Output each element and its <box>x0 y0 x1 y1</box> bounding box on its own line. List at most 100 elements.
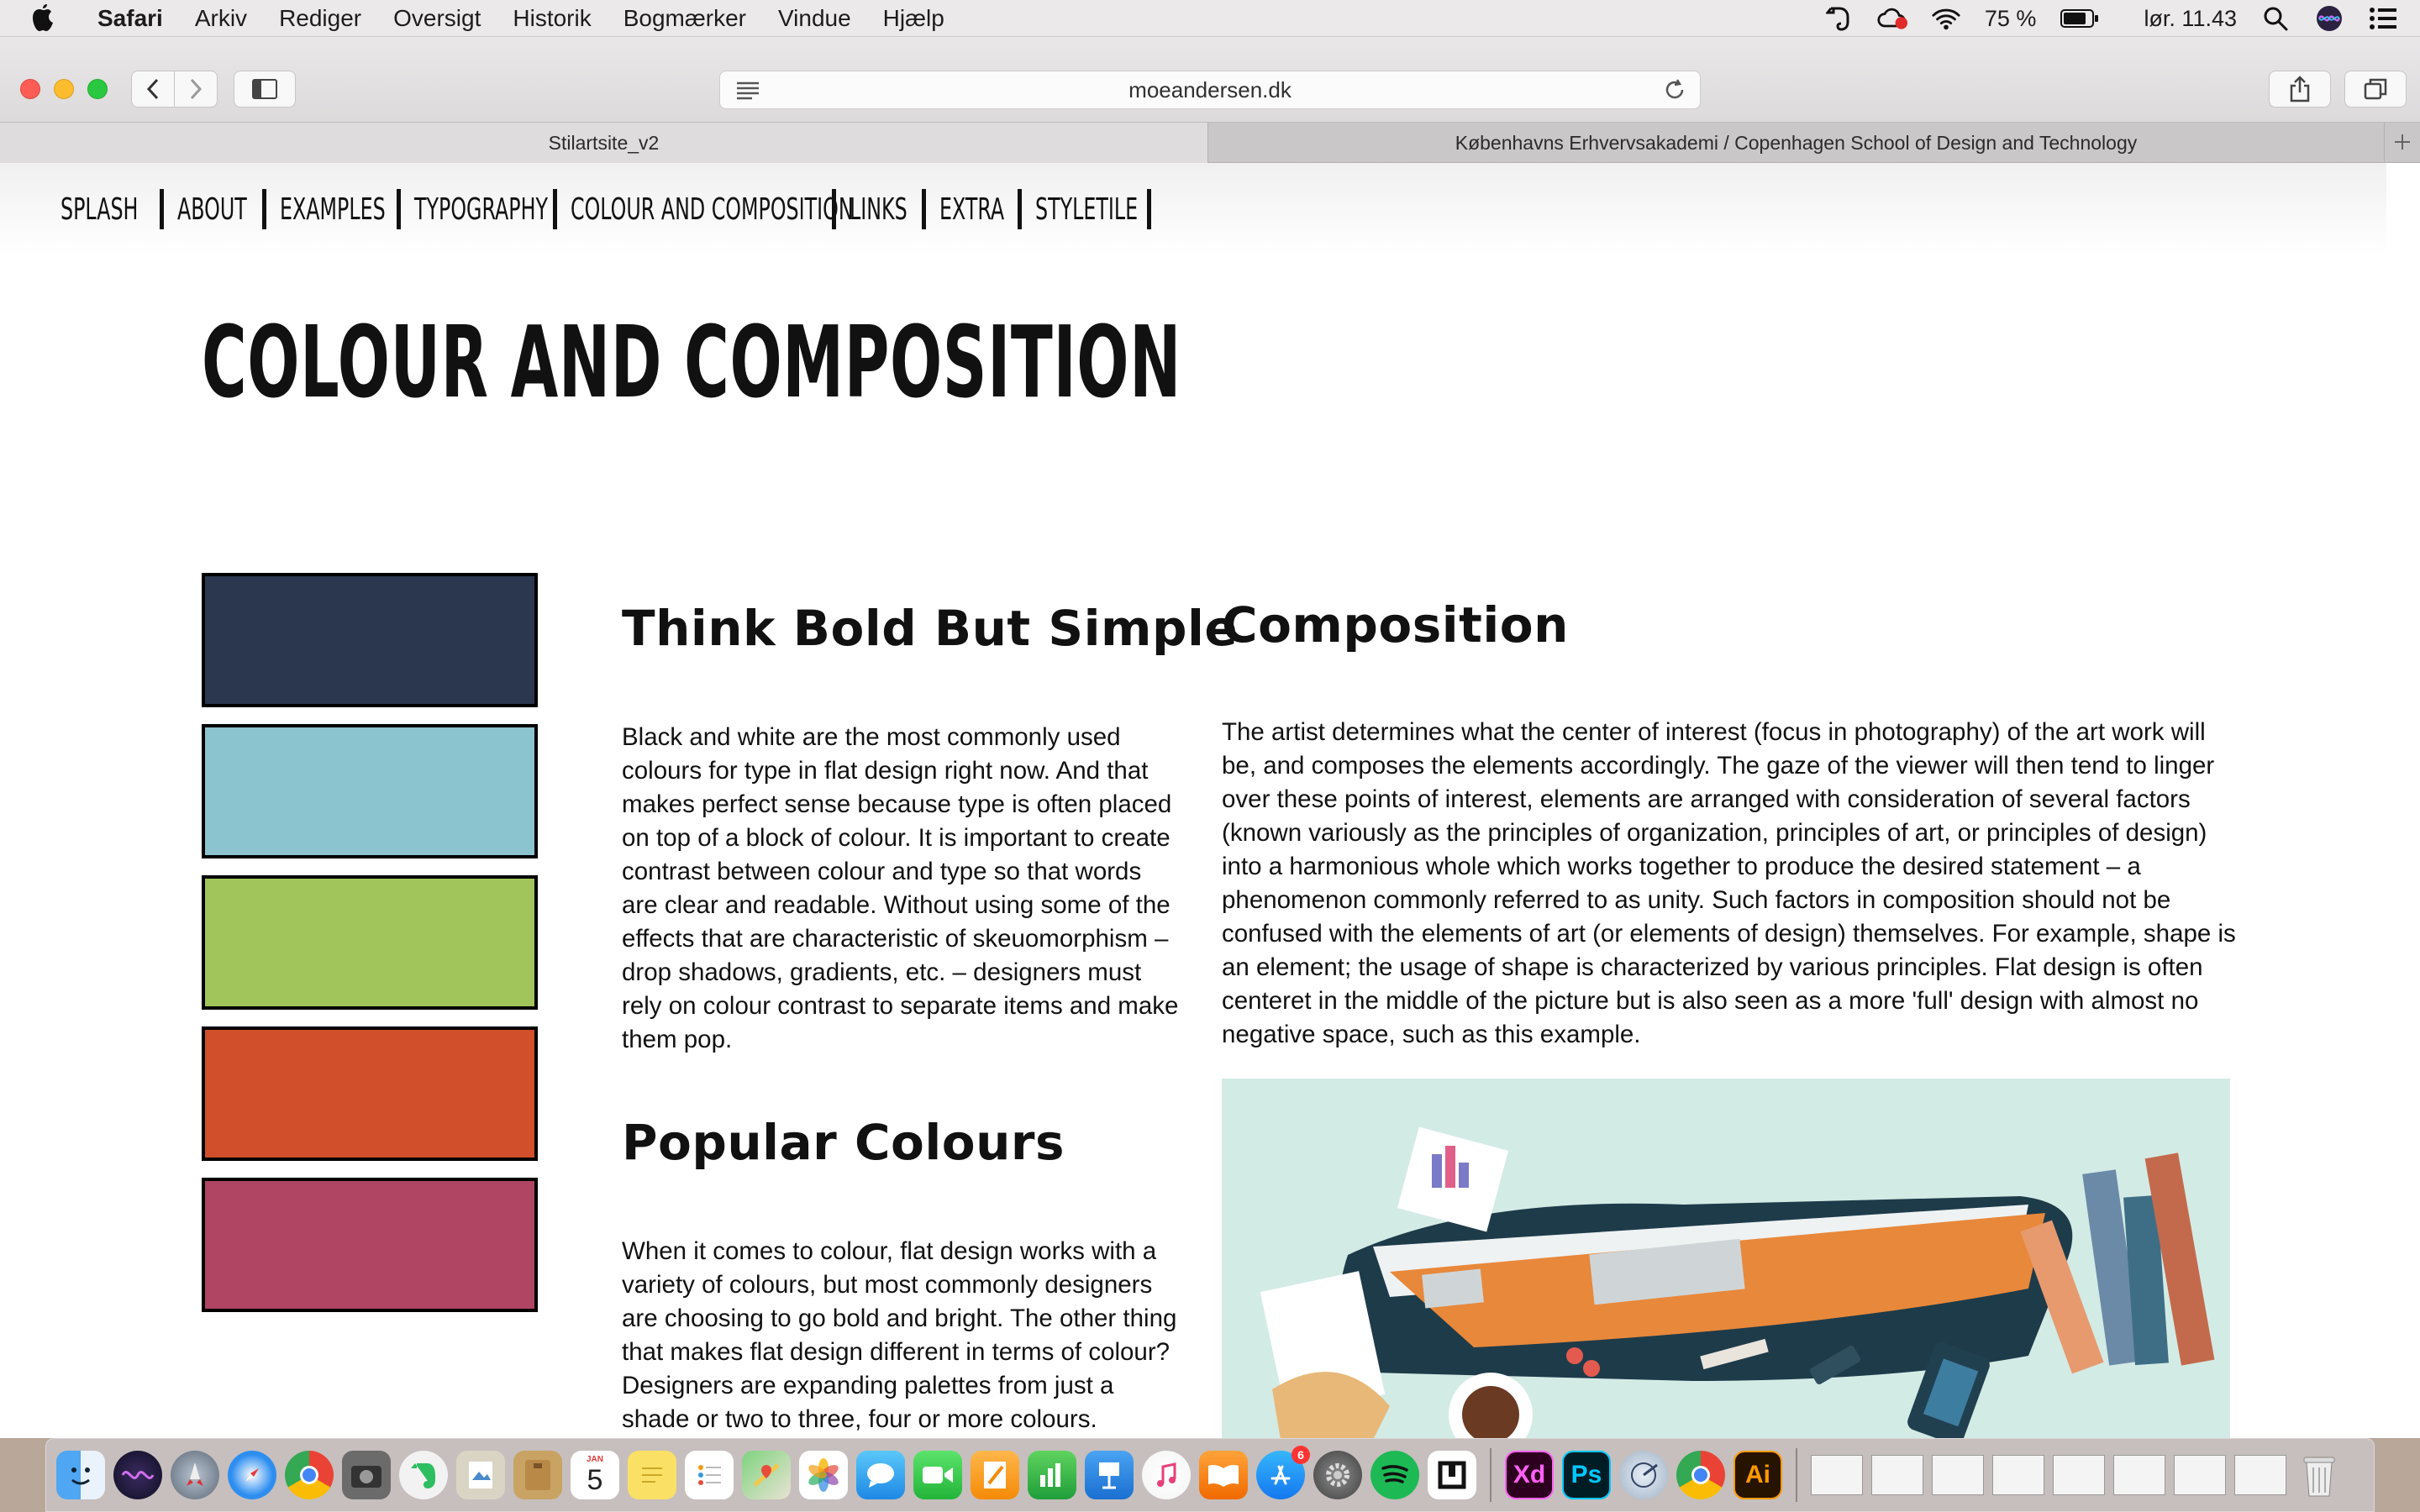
menu-app-safari[interactable]: Safari <box>97 5 163 32</box>
battery-icon[interactable] <box>2060 3 2100 34</box>
spotlight-search-icon[interactable] <box>2260 3 2291 34</box>
wifi-icon[interactable] <box>1931 3 1961 34</box>
minimized-window-thumbnail[interactable] <box>1871 1455 1923 1495</box>
screenshot-app-icon[interactable] <box>342 1451 391 1499</box>
nav-link-extra[interactable]: EXTRA <box>939 192 1004 227</box>
chrome-second-icon[interactable] <box>1676 1451 1725 1499</box>
launchpad-icon[interactable] <box>171 1451 219 1499</box>
site-navigation: SPLASH ABOUT EXAMPLES TYPOGRAPHY COLOUR … <box>0 163 2386 255</box>
minimized-window-thumbnail[interactable] <box>1932 1455 1984 1495</box>
nav-item-typography[interactable]: TYPOGRAPHY <box>414 189 548 229</box>
sidebar-toggle-button[interactable] <box>234 71 296 108</box>
menu-rediger[interactable]: Rediger <box>279 5 361 32</box>
heading-popular-colours: Popular Colours <box>622 1114 1065 1171</box>
forward-button[interactable] <box>174 71 218 108</box>
nav-link-styletile[interactable]: STYLETILE <box>1035 192 1138 227</box>
tab-stilartsite[interactable]: Stilartsite_v2 <box>0 123 1208 163</box>
nav-item-extra[interactable]: EXTRA <box>939 189 1004 229</box>
adobe-photoshop-icon[interactable]: Ps <box>1562 1451 1611 1499</box>
reader-view-icon[interactable] <box>735 80 760 106</box>
nav-item-splash[interactable]: SPLASH <box>60 189 146 229</box>
colour-swatch-green <box>202 875 538 1010</box>
nav-link-examples[interactable]: EXAMPLES <box>280 192 386 227</box>
numbers-icon[interactable] <box>1028 1451 1076 1499</box>
menu-arkiv[interactable]: Arkiv <box>195 5 247 32</box>
facetime-icon[interactable] <box>913 1451 962 1499</box>
share-button[interactable] <box>2269 71 2331 108</box>
siri-icon[interactable] <box>2314 3 2344 34</box>
menu-historik[interactable]: Historik <box>513 5 591 32</box>
network-radar-icon[interactable] <box>1619 1451 1668 1499</box>
url-text[interactable]: moeandersen.dk <box>1128 77 1292 103</box>
minimized-window-thumbnail[interactable] <box>2174 1455 2226 1495</box>
apple-menu-icon[interactable] <box>30 3 67 33</box>
nav-item-colour-and-composition[interactable]: COLOUR AND COMPOSITION <box>571 189 854 229</box>
web-page: SPLASH ABOUT EXAMPLES TYPOGRAPHY COLOUR … <box>0 163 2420 1438</box>
siri-dock-icon[interactable] <box>113 1451 162 1499</box>
dock-separator <box>1796 1448 1797 1502</box>
preview-dock-icon[interactable] <box>456 1451 505 1499</box>
nav-item-about[interactable]: ABOUT <box>177 189 249 229</box>
fullscreen-window-button[interactable] <box>87 79 108 99</box>
minimized-window-thumbnail[interactable] <box>1992 1455 2044 1495</box>
creative-cloud-icon[interactable] <box>1877 3 1907 34</box>
nav-item-links[interactable]: LINKS <box>850 189 908 229</box>
paragraph-popular-colours: When it comes to colour, flat design wor… <box>622 1237 1177 1433</box>
ibooks-icon[interactable] <box>1199 1451 1248 1499</box>
nav-link-typography[interactable]: TYPOGRAPHY <box>414 192 548 227</box>
plus-icon <box>2393 127 2412 158</box>
notes-app-icon[interactable] <box>513 1451 562 1499</box>
calendar-icon[interactable]: JAN 5 <box>571 1451 619 1499</box>
minimized-window-thumbnail[interactable] <box>2113 1455 2165 1495</box>
messages-icon[interactable] <box>856 1451 905 1499</box>
minimize-window-button[interactable] <box>54 79 74 99</box>
menu-vindue[interactable]: Vindue <box>778 5 851 32</box>
spotify-icon[interactable] <box>1370 1451 1419 1499</box>
stickies-icon[interactable] <box>628 1451 676 1499</box>
paragraph-composition: The artist determines what the center of… <box>1222 718 2236 1048</box>
adobe-xd-icon[interactable]: Xd <box>1505 1451 1554 1499</box>
nav-link-splash[interactable]: SPLASH <box>60 192 138 227</box>
nav-item-examples[interactable]: EXAMPLES <box>280 189 386 229</box>
menubar-clock[interactable]: lør. 11.43 <box>2144 6 2237 32</box>
menu-hjaelp[interactable]: Hjælp <box>883 5 944 32</box>
nav-link-links[interactable]: LINKS <box>850 192 908 227</box>
trash-icon[interactable] <box>2295 1451 2344 1499</box>
photos-icon[interactable] <box>799 1451 848 1499</box>
minimized-window-thumbnail[interactable] <box>1811 1455 1863 1495</box>
back-button[interactable] <box>131 71 175 108</box>
menu-bogmaerker[interactable]: Bogmærker <box>623 5 746 32</box>
framer-app-icon[interactable] <box>1428 1451 1476 1499</box>
show-tabs-button[interactable] <box>2344 71 2407 108</box>
nav-link-about[interactable]: ABOUT <box>177 192 247 227</box>
keynote-icon[interactable] <box>1085 1451 1134 1499</box>
close-window-button[interactable] <box>20 79 40 99</box>
chevron-left-icon <box>146 78 159 100</box>
minimized-window-thumbnail[interactable] <box>2234 1455 2286 1495</box>
finder-icon[interactable] <box>56 1451 105 1499</box>
new-tab-button[interactable] <box>2385 123 2420 162</box>
colour-swatch-light-blue <box>202 724 538 858</box>
chrome-dock-icon[interactable] <box>285 1451 334 1499</box>
reminders-icon[interactable] <box>685 1451 734 1499</box>
app-store-icon[interactable]: 6 <box>1256 1446 1310 1499</box>
adobe-illustrator-icon[interactable]: Ai <box>1733 1451 1782 1499</box>
itunes-icon[interactable] <box>1142 1451 1191 1499</box>
nav-item-styletile[interactable]: STYLETILE <box>1035 189 1138 229</box>
nav-link-colour-and-composition[interactable]: COLOUR AND COMPOSITION <box>571 192 854 227</box>
evernote-dock-icon[interactable] <box>399 1451 448 1499</box>
evernote-status-icon[interactable] <box>1823 3 1854 34</box>
tab-kea[interactable]: Københavns Erhvervsakademi / Copenhagen … <box>1208 123 2385 163</box>
system-preferences-icon[interactable] <box>1313 1451 1362 1499</box>
menu-oversigt[interactable]: Oversigt <box>393 5 481 32</box>
maps-icon[interactable] <box>742 1451 791 1499</box>
notification-center-icon[interactable] <box>2368 3 2398 34</box>
nav-divider <box>552 189 557 229</box>
reload-icon[interactable] <box>1663 78 1686 108</box>
page-title: COLOUR AND COMPOSITION <box>202 304 1181 420</box>
safari-dock-icon[interactable] <box>228 1451 276 1499</box>
tab-bar: Stilartsite_v2 Københavns Erhvervsakadem… <box>0 123 2420 163</box>
address-bar[interactable]: moeandersen.dk <box>719 71 1701 109</box>
minimized-window-thumbnail[interactable] <box>2053 1455 2105 1495</box>
pages-icon[interactable] <box>971 1451 1019 1499</box>
